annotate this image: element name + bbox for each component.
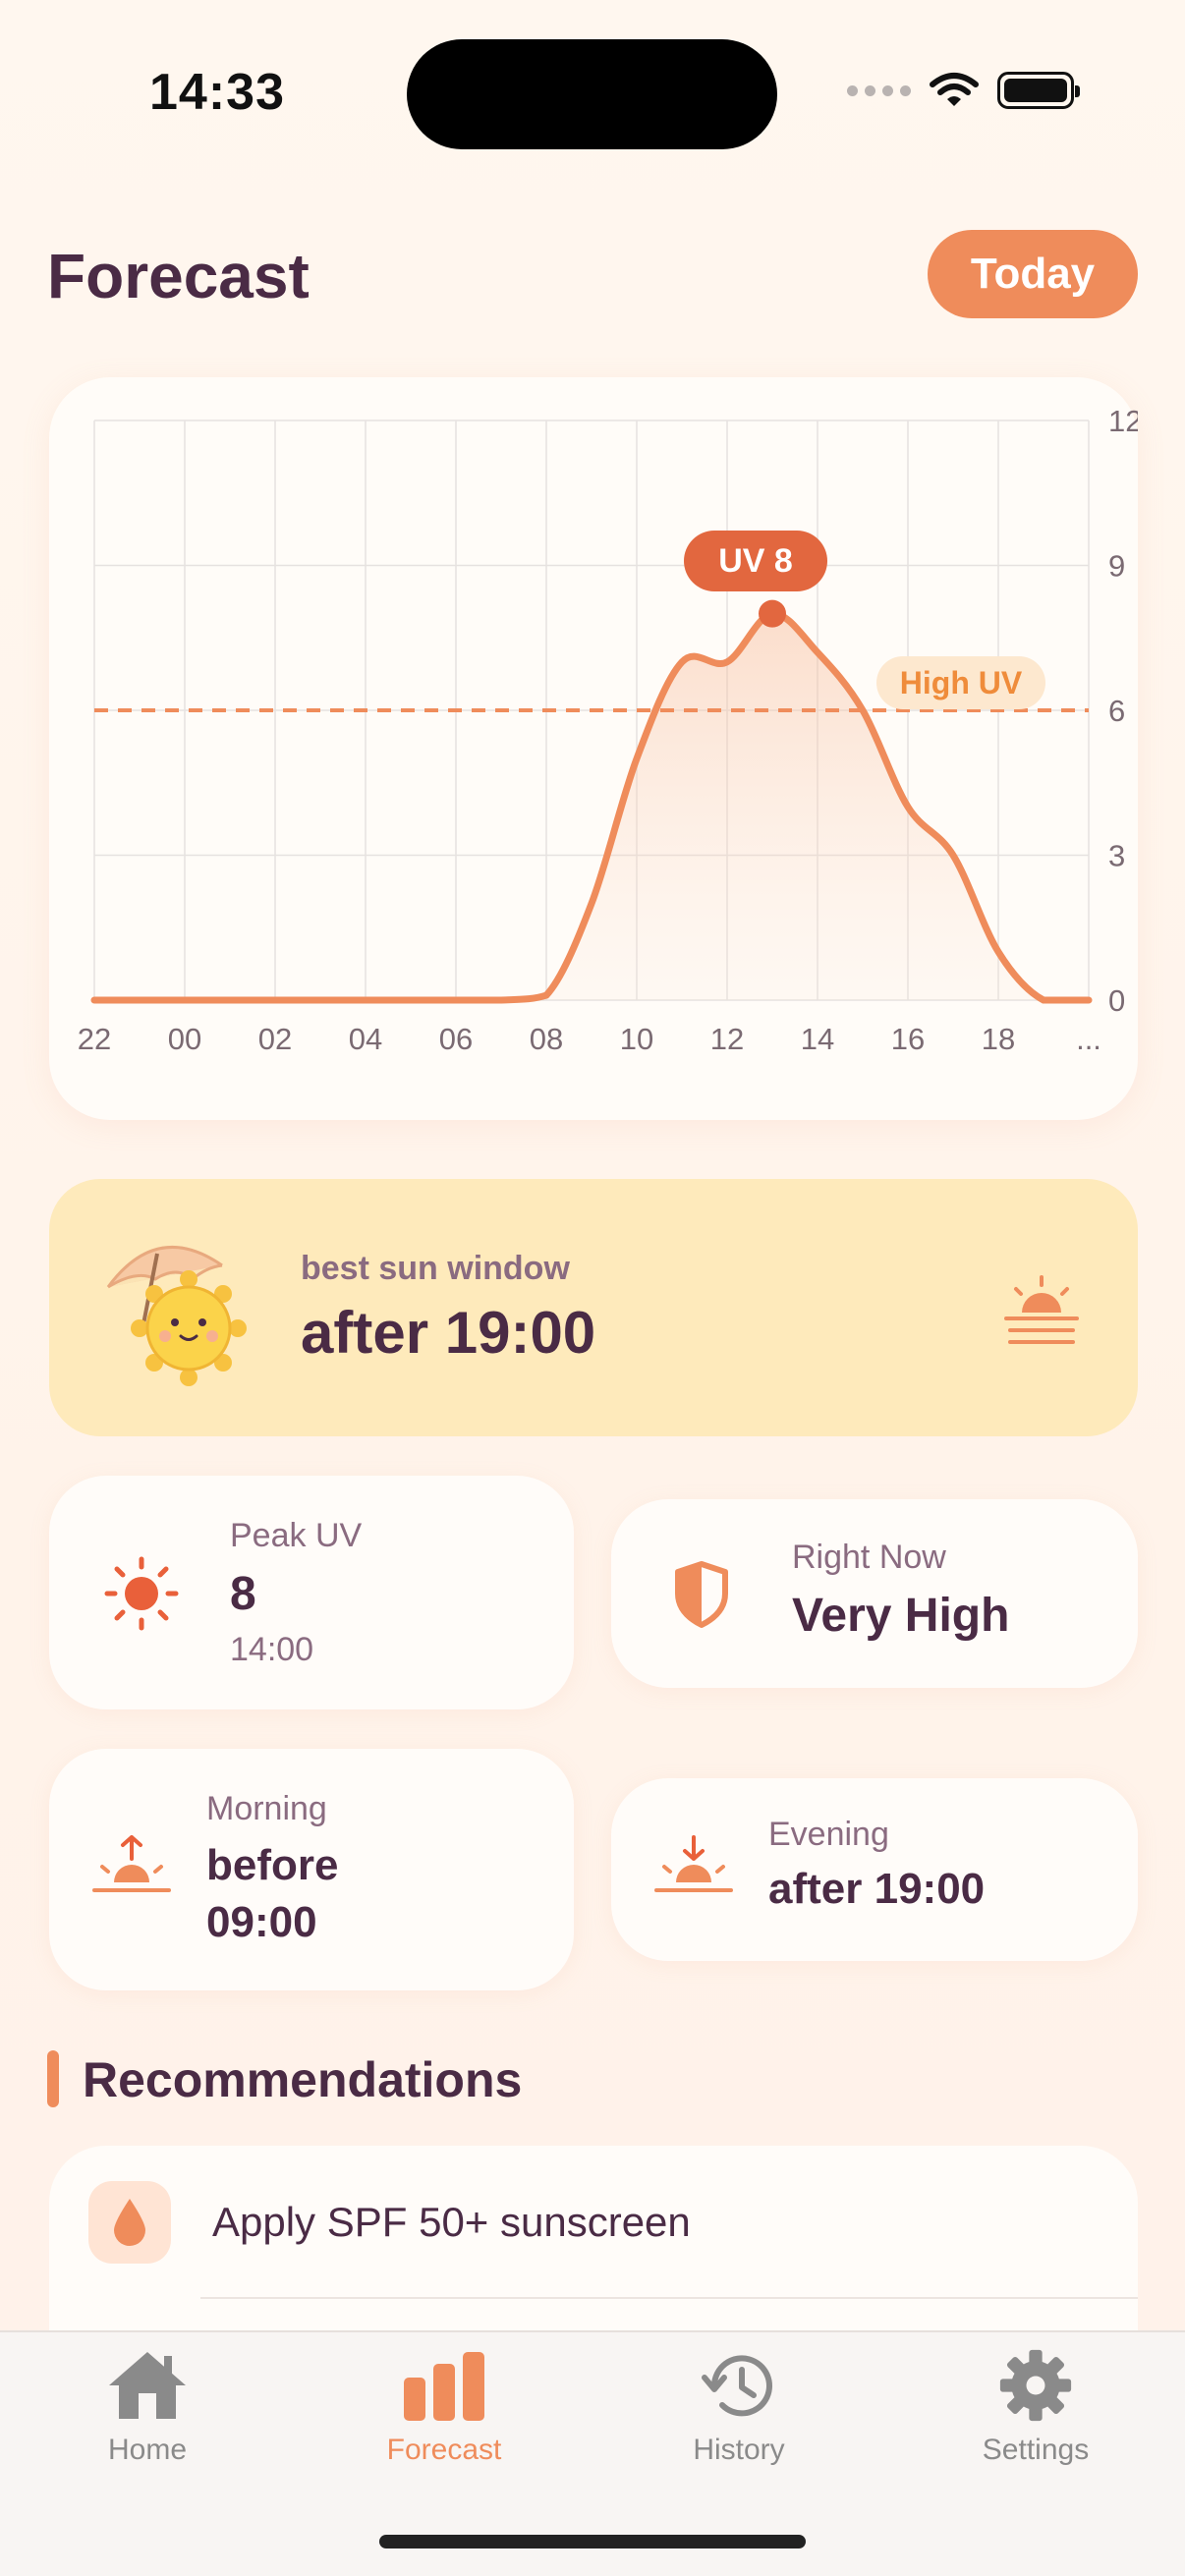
uv-forecast-chart: 0 3 6 9 12 22 00 02 04 06 08 10 12 14 16 18... UV 8 Hig… (49, 377, 1138, 1120)
status-time: 14:33 (149, 64, 285, 121)
peak-uv-time: 14:00 (230, 1631, 314, 1668)
high-uv-threshold-label: High UV (876, 656, 1045, 709)
status-icons (847, 71, 1080, 110)
evening-label: Evening (768, 1816, 889, 1853)
x-tick-label: 22 (78, 1022, 111, 1056)
peak-uv-point[interactable] (759, 599, 786, 628)
tab-settings-label: Settings (982, 2434, 1090, 2466)
right-now-card[interactable]: Right Now Very High (611, 1499, 1138, 1688)
peak-uv-value: 8 (230, 1568, 256, 1620)
recommendations-title: Recommendations (83, 2052, 523, 2107)
x-tick-label: 14 (801, 1022, 834, 1056)
x-tick-label: 06 (439, 1022, 473, 1056)
shield-icon (675, 1561, 728, 1628)
tab-history-label: History (693, 2434, 785, 2466)
morning-value-line2: 09:00 (206, 1898, 317, 1946)
rec-icon-badge (88, 2181, 171, 2264)
y-tick-label: 0 (1108, 983, 1125, 1018)
right-now-value: Very High (792, 1590, 1010, 1642)
peak-uv-card[interactable]: Peak UV 8 14:00 (49, 1476, 574, 1709)
morning-card[interactable]: Morning before 09:00 (49, 1749, 574, 1990)
battery-icon (997, 72, 1080, 109)
gear-icon (999, 2349, 1072, 2422)
sunset-icon (1004, 1275, 1079, 1344)
morning-label: Morning (206, 1790, 327, 1827)
uv-chart-svg: 0 3 6 9 12 22 00 02 04 06 08 10 12 14 16 18... (78, 404, 1138, 1056)
peak-uv-badge: UV 8 (684, 531, 827, 591)
x-tick-label: 12 (710, 1022, 744, 1056)
x-tick-label: ... (1076, 1022, 1101, 1056)
bar-chart-icon (404, 2352, 484, 2421)
evening-value: after 19:00 (768, 1865, 986, 1913)
y-tick-label: 3 (1108, 839, 1125, 873)
x-tick-label: 02 (258, 1022, 292, 1056)
today-button[interactable]: Today (928, 230, 1138, 318)
y-tick-label: 12 (1108, 404, 1138, 438)
sun-icon (104, 1556, 179, 1631)
tab-forecast-label: Forecast (386, 2434, 502, 2466)
morning-value-line1: before (206, 1841, 339, 1889)
peak-uv-badge-text: UV 8 (718, 541, 793, 580)
best-sun-window-label: best sun window (301, 1250, 570, 1287)
right-now-label: Right Now (792, 1539, 946, 1576)
best-sun-window-value: after 19:00 (301, 1300, 596, 1366)
drop-icon (114, 2199, 145, 2246)
recommendation-item[interactable]: Apply SPF 50+ sunscreen (212, 2199, 691, 2246)
x-tick-label: 18 (982, 1022, 1015, 1056)
sunset-arrow-icon (654, 1835, 733, 1892)
tab-settings[interactable]: Settings (928, 2348, 1144, 2467)
x-tick-label: 00 (168, 1022, 201, 1056)
x-tick-label: 16 (891, 1022, 925, 1056)
tab-forecast[interactable]: Forecast (336, 2348, 552, 2467)
sun-umbrella-mascot-icon (106, 1245, 247, 1386)
x-tick-label: 04 (349, 1022, 382, 1056)
evening-card[interactable]: Evening after 19:00 (611, 1778, 1138, 1961)
signal-dots-icon (847, 84, 911, 96)
peak-uv-label: Peak UV (230, 1517, 363, 1554)
high-uv-label-text: High UV (899, 664, 1023, 700)
tab-history[interactable]: History (631, 2348, 847, 2467)
wifi-icon (930, 73, 979, 106)
tab-home[interactable]: Home (39, 2348, 255, 2467)
y-tick-label: 9 (1108, 549, 1125, 584)
x-tick-label: 08 (530, 1022, 563, 1056)
sunrise-icon (92, 1835, 171, 1892)
tab-home-label: Home (107, 2434, 188, 2466)
page-title: Forecast (47, 241, 310, 311)
home-indicator (379, 2535, 806, 2548)
dynamic-island (407, 39, 777, 149)
recommendations-accent-bar (47, 2050, 59, 2107)
divider (200, 2297, 1138, 2299)
x-tick-label: 10 (620, 1022, 653, 1056)
home-icon (109, 2352, 186, 2419)
history-icon (702, 2355, 772, 2417)
y-tick-label: 6 (1108, 694, 1125, 728)
best-sun-window-card[interactable]: best sun window after 19:00 (49, 1179, 1138, 1436)
